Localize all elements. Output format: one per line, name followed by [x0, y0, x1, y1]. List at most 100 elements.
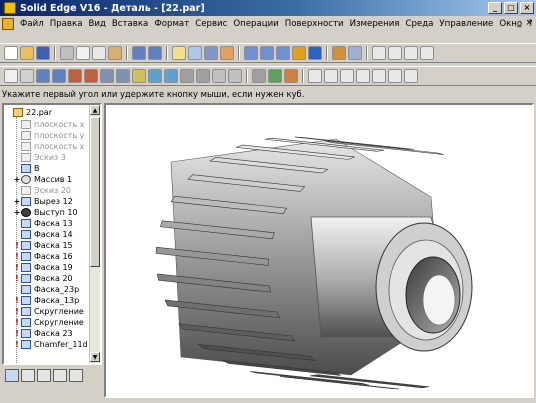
check-icon[interactable]: [388, 69, 402, 83]
section-icon[interactable]: [404, 69, 418, 83]
measure-icon[interactable]: [308, 69, 322, 83]
menu-edit[interactable]: Правка: [47, 19, 86, 29]
tree-item-chamfer-19[interactable]: ! Фаска 19: [13, 262, 73, 273]
distance-icon[interactable]: [340, 69, 354, 83]
tree-item-chamfer-16[interactable]: ! Фаска 16: [13, 251, 73, 262]
zoom-area-icon[interactable]: [372, 46, 386, 60]
angle-icon[interactable]: [356, 69, 370, 83]
menu-file[interactable]: Файл: [17, 19, 47, 29]
pattern-icon[interactable]: [180, 69, 194, 83]
menu-insert[interactable]: Вставка: [109, 19, 151, 29]
tree-item-chamfer-20[interactable]: ! Фаска 20: [13, 273, 73, 284]
round-icon[interactable]: [116, 69, 130, 83]
tree-item-root[interactable]: 22.par: [5, 107, 52, 118]
tree-item-chamfer-13p[interactable]: ! Фаска_13р: [13, 295, 79, 306]
tree-item-chamfer-23p[interactable]: Фаска_23р: [21, 284, 79, 295]
sketch-plane-icon[interactable]: [20, 69, 34, 83]
cut-icon[interactable]: [76, 46, 90, 60]
area-icon[interactable]: [372, 69, 386, 83]
scroll-thumb[interactable]: [90, 117, 100, 267]
expand-icon[interactable]: +: [13, 208, 21, 217]
pathfinder-tab-icon[interactable]: [5, 368, 19, 382]
view-front-icon[interactable]: [276, 46, 290, 60]
fit-icon[interactable]: [404, 46, 418, 60]
feature-library-tab-icon[interactable]: [21, 368, 35, 382]
rib-icon[interactable]: [164, 69, 178, 83]
undo-icon[interactable]: [132, 46, 146, 60]
tree-item-chamfer-13[interactable]: Фаска 13: [21, 218, 73, 229]
part-view-icon[interactable]: [188, 46, 202, 60]
save-icon[interactable]: [36, 46, 50, 60]
tree-item-round-1[interactable]: ! Скругление: [13, 306, 84, 317]
properties-icon[interactable]: [220, 46, 234, 60]
plane-icon[interactable]: [268, 69, 282, 83]
select-arrow-icon[interactable]: [4, 69, 18, 83]
menu-manage[interactable]: Управление: [436, 19, 496, 29]
doc-close-button[interactable]: ×: [525, 18, 533, 28]
paste-icon[interactable]: [108, 46, 122, 60]
tree-item-chamfer-11d[interactable]: ! Chamfer_11d: [13, 339, 88, 350]
tree-item-chamfer-14[interactable]: Фаска 14: [21, 229, 73, 240]
expand-icon[interactable]: +: [13, 175, 21, 184]
draft-icon[interactable]: [212, 69, 226, 83]
revolved-cut-icon[interactable]: [84, 69, 98, 83]
tree-item-chamfer-15[interactable]: ! Фаска 15: [13, 240, 73, 251]
open-icon[interactable]: [20, 46, 34, 60]
tree-item-plane-x2[interactable]: плоскость x: [21, 141, 84, 152]
tree-item-plane-y[interactable]: плоскость y: [21, 130, 84, 141]
select-tool-icon[interactable]: [172, 46, 186, 60]
tree-item-round-2[interactable]: ! Скругление: [13, 317, 84, 328]
part-copy-icon[interactable]: [284, 69, 298, 83]
print-icon[interactable]: [60, 46, 74, 60]
new-icon[interactable]: [4, 46, 18, 60]
color-icon[interactable]: [332, 46, 346, 60]
menu-inspect[interactable]: Измерения: [347, 19, 403, 29]
tree-item-b[interactable]: В: [21, 163, 40, 174]
mirror-icon[interactable]: [196, 69, 210, 83]
menu-environment[interactable]: Среда: [402, 19, 436, 29]
family-tab-icon[interactable]: [53, 368, 67, 382]
menu-format[interactable]: Формат: [151, 19, 192, 29]
menu-view[interactable]: Вид: [85, 19, 108, 29]
scroll-down-icon[interactable]: ▼: [90, 352, 100, 362]
display-icon[interactable]: [348, 46, 362, 60]
layers-tab-icon[interactable]: [37, 368, 51, 382]
tree-item-pattern-1[interactable]: + Массив 1: [13, 174, 72, 185]
relate-icon[interactable]: [324, 69, 338, 83]
chamfer-icon[interactable]: [132, 69, 146, 83]
revolve-icon[interactable]: [52, 69, 66, 83]
copy-icon[interactable]: [92, 46, 106, 60]
render-sphere-icon[interactable]: [308, 46, 322, 60]
sketch-icon[interactable]: [204, 46, 218, 60]
menu-tools[interactable]: Сервис: [192, 19, 230, 29]
document-icon[interactable]: [2, 18, 14, 30]
thin-wall-icon[interactable]: [148, 69, 162, 83]
tree-item-protrusion-10[interactable]: + Выступ 10: [13, 207, 78, 218]
doc-minimize-button[interactable]: _: [517, 18, 522, 28]
zoom-icon[interactable]: [388, 46, 402, 60]
tree-item-sketch-20[interactable]: Эскиз 20: [21, 185, 71, 196]
pathfinder-scrollbar[interactable]: ▲ ▼: [89, 105, 100, 363]
edgebar-pathfinder[interactable]: 22.par плоскость x плоскость y плоскость…: [2, 103, 102, 365]
axis-icon[interactable]: [252, 69, 266, 83]
sensors-tab-icon[interactable]: [69, 368, 83, 382]
protrusion-icon[interactable]: [36, 69, 50, 83]
menu-surfaces[interactable]: Поверхности: [282, 19, 347, 29]
hole-icon[interactable]: [100, 69, 114, 83]
tree-item-cutout-12[interactable]: + Вырез 12: [13, 196, 73, 207]
graphics-window[interactable]: [104, 103, 534, 398]
redo-icon[interactable]: [148, 46, 162, 60]
minimize-button[interactable]: _: [488, 2, 502, 14]
tree-item-plane-x[interactable]: плоскость x: [21, 119, 84, 130]
maximize-button[interactable]: □: [504, 2, 518, 14]
menu-features[interactable]: Операции: [230, 19, 281, 29]
expand-icon[interactable]: +: [13, 197, 21, 206]
pan-icon[interactable]: [420, 46, 434, 60]
view-iso-icon[interactable]: [244, 46, 258, 60]
cutout-icon[interactable]: [68, 69, 82, 83]
shaded-icon[interactable]: [292, 46, 306, 60]
tree-item-chamfer-23[interactable]: ! Фаска 23: [13, 328, 73, 339]
close-button[interactable]: ×: [520, 2, 534, 14]
scroll-up-icon[interactable]: ▲: [90, 105, 100, 115]
view-top-icon[interactable]: [260, 46, 274, 60]
